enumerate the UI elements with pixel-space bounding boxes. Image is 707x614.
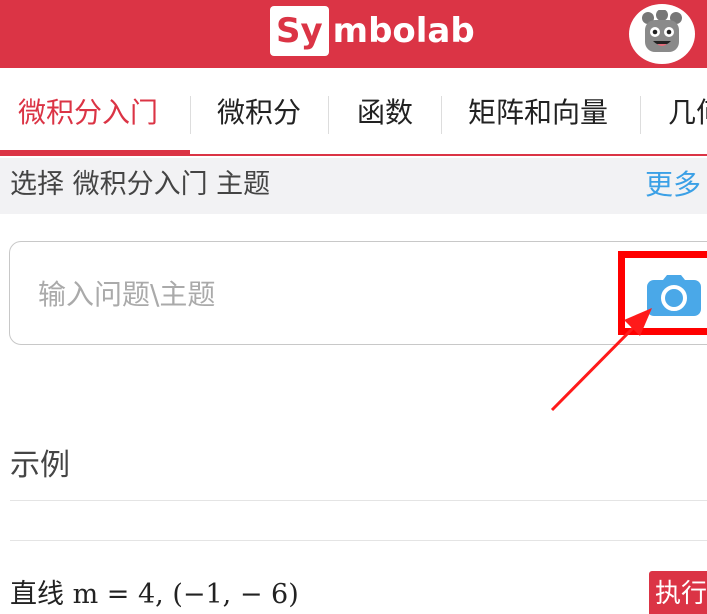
examples-title: 示例: [10, 448, 70, 483]
topic-bar: 选择 微积分入门 主题 更多: [0, 158, 707, 214]
run-example-button[interactable]: 执行: [649, 571, 707, 614]
topic-title: 选择 微积分入门 主题: [10, 169, 271, 200]
tab-separator: [190, 96, 191, 134]
more-link[interactable]: 更多: [645, 158, 701, 212]
divider: [10, 540, 707, 541]
example-math: m = 4, (−1, − 6): [72, 579, 299, 610]
example-label: 直线: [10, 579, 64, 610]
topic-tabs: 微积分入门 微积分 函数 矩阵和向量 几何: [0, 68, 707, 156]
annotation-arrow-icon: [550, 308, 652, 412]
tab-intro-calculus[interactable]: 微积分入门: [18, 68, 158, 154]
search-input[interactable]: [38, 272, 538, 316]
tab-separator: [441, 96, 442, 134]
tab-functions[interactable]: 函数: [357, 68, 413, 154]
logo-rest-text: mbolab: [332, 11, 475, 51]
logo-box-text: Sy: [270, 6, 329, 56]
active-tab-underline: [0, 150, 190, 154]
avatar[interactable]: [629, 4, 695, 64]
tab-separator: [640, 96, 641, 134]
tab-separator: [328, 96, 329, 134]
symbolab-logo[interactable]: Sy mbolab: [270, 6, 475, 56]
robot-avatar-icon: [642, 10, 682, 52]
top-bar: Sy mbolab: [0, 0, 707, 68]
tab-matrices-vectors[interactable]: 矩阵和向量: [468, 68, 608, 154]
tab-calculus[interactable]: 微积分: [217, 68, 301, 154]
divider: [10, 500, 707, 501]
tab-geometry[interactable]: 几何: [668, 68, 707, 154]
example-item[interactable]: 直线 m = 4, (−1, − 6): [10, 572, 299, 611]
